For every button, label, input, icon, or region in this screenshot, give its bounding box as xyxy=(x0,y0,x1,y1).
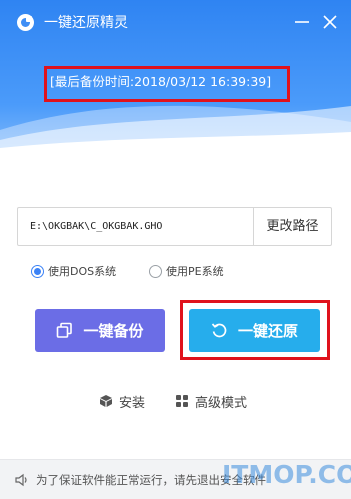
backup-button-label: 一键备份 xyxy=(83,322,144,340)
radio-use-pe[interactable]: 使用PE系统 xyxy=(149,262,224,280)
backup-button[interactable]: 一键备份 xyxy=(35,309,165,352)
copy-icon xyxy=(57,322,73,338)
window-title: 一键还原精灵 xyxy=(44,15,128,31)
close-icon[interactable] xyxy=(321,13,339,31)
radio-button-unchecked[interactable] xyxy=(149,264,162,278)
backup-path-group: 更改路径 xyxy=(17,207,332,246)
header-banner: 一键还原精灵 [最后备份时间:2018/03/12 16:39:39] xyxy=(0,0,351,150)
cube-icon xyxy=(100,395,112,407)
last-backup-time: [最后备份时间:2018/03/12 16:39:39] xyxy=(50,74,272,89)
install-label: 安装 xyxy=(119,395,146,411)
advanced-mode-link[interactable]: 高级模式 xyxy=(175,392,248,411)
radio-button-checked[interactable] xyxy=(31,264,44,278)
advanced-mode-label: 高级模式 xyxy=(195,395,248,411)
minimize-icon[interactable] xyxy=(293,13,311,31)
grid-icon xyxy=(176,395,188,407)
change-path-button[interactable]: 更改路径 xyxy=(254,208,331,245)
restore-highlight xyxy=(180,300,330,360)
speaker-icon xyxy=(15,473,27,487)
install-link[interactable]: 安装 xyxy=(99,392,146,411)
backup-path-input[interactable] xyxy=(18,208,253,245)
app-logo-icon xyxy=(17,14,34,31)
watermark-logo: ITMOP.COM xyxy=(222,460,351,489)
radio-use-dos[interactable]: 使用DOS系统 xyxy=(31,262,116,280)
app-window: 一键还原精灵 [最后备份时间:2018/03/12 16:39:39] 更改路径… xyxy=(0,0,351,499)
radio-label-pe: 使用PE系统 xyxy=(166,265,224,278)
radio-label-dos: 使用DOS系统 xyxy=(48,265,117,278)
